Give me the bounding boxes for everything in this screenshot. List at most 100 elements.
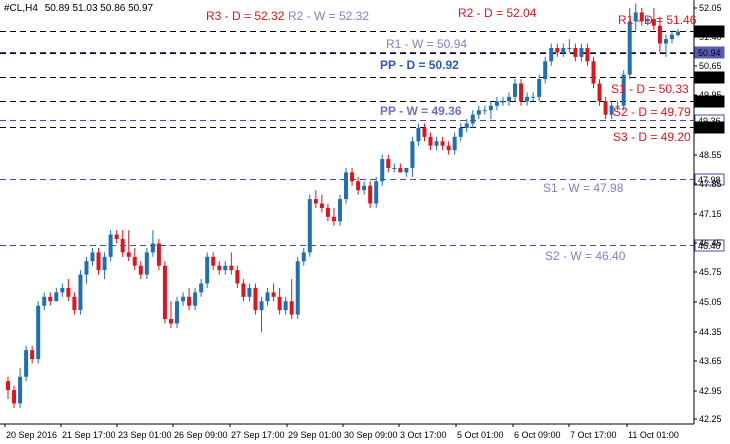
- candle-body: [24, 350, 29, 377]
- candle-body: [543, 61, 548, 80]
- candle-body: [211, 256, 216, 266]
- candle-body: [531, 96, 536, 98]
- candle-body: [591, 61, 596, 84]
- candle-body: [464, 123, 469, 128]
- ohlc-values: 50.89 51.03 50.86 50.97: [45, 3, 154, 14]
- candle-body: [253, 287, 258, 311]
- candle-body: [217, 265, 222, 271]
- candle-body: [199, 283, 204, 293]
- candle-body: [663, 39, 668, 44]
- level-label: S1 - W = 47.98: [543, 181, 624, 195]
- candle-body: [627, 21, 632, 75]
- candle-body: [96, 252, 101, 271]
- level-label: S1 - D = 50.33: [611, 82, 689, 96]
- candle-body: [549, 47, 554, 62]
- candle-body: [193, 292, 198, 306]
- candle-body: [66, 287, 71, 297]
- candle-body: [156, 243, 161, 266]
- candle-body: [585, 47, 590, 62]
- candle-body: [392, 167, 397, 169]
- candle-body: [319, 203, 324, 208]
- candle-body: [404, 167, 409, 173]
- x-tick-label: 7 Oct 17:00: [570, 430, 617, 440]
- candle-body: [325, 207, 330, 217]
- y-tick-label: 50.65: [699, 61, 722, 71]
- candle-body: [482, 110, 487, 112]
- level-label: R2 - D = 52.04: [458, 6, 537, 20]
- candle-body: [6, 381, 10, 391]
- candle-body: [295, 261, 300, 315]
- candle-body: [289, 301, 294, 315]
- candle-body: [187, 296, 192, 306]
- x-tick-label: 5 Oct 01:00: [457, 430, 504, 440]
- candle-body: [265, 292, 270, 302]
- candle-body: [132, 256, 137, 266]
- y-tick-label: 52.05: [699, 3, 722, 13]
- candle-body: [386, 159, 391, 168]
- candle-body: [331, 216, 336, 222]
- price-tag-label: 50.33: [698, 73, 721, 83]
- candle-body: [120, 239, 125, 253]
- candle-body: [144, 252, 149, 275]
- candle-body: [301, 252, 306, 262]
- candle-body: [434, 141, 439, 146]
- candle-body: [229, 265, 234, 271]
- candle-body: [337, 199, 342, 222]
- candle-body: [362, 185, 367, 191]
- candle-body: [458, 127, 463, 137]
- chart-area[interactable]: R3 - D = 52.32 R2 - W = 52.32 R2 - D = 52.…: [0, 0, 730, 444]
- candle-body: [428, 136, 433, 146]
- candle-body: [398, 167, 403, 173]
- candle-body: [476, 110, 481, 115]
- candle-body: [597, 83, 602, 102]
- candle-body: [422, 127, 427, 137]
- symbol-info: #CL,H4 50.89 51.03 50.86 50.97: [4, 3, 154, 14]
- candle-body: [283, 301, 288, 311]
- price-tag: 50.94: [694, 46, 725, 59]
- candle-body: [555, 47, 560, 53]
- candle-body: [241, 283, 246, 297]
- candle-body: [138, 265, 143, 275]
- candle-body: [452, 136, 457, 151]
- candle-body: [175, 301, 180, 324]
- candle-body: [271, 292, 276, 297]
- candle-body: [494, 101, 499, 106]
- candle-body: [162, 265, 167, 320]
- candle-body: [36, 305, 41, 360]
- candle-body: [313, 199, 318, 204]
- candle-body: [567, 47, 572, 49]
- level-label: S3 - D = 49.20: [613, 130, 691, 144]
- level-label: PP - W = 49.36: [380, 104, 462, 118]
- candle-body: [561, 47, 566, 53]
- candle-body: [102, 256, 107, 271]
- candle-body: [114, 234, 119, 240]
- y-tick-label: 51.40: [699, 32, 722, 42]
- candle-body: [18, 376, 23, 404]
- x-tick-label: 11 Oct 01:00: [628, 430, 679, 440]
- candle-body: [12, 390, 17, 404]
- level-label: S2 - W = 46.40: [545, 249, 626, 263]
- x-tick-label: 23 Sep 01:00: [118, 430, 172, 440]
- candle-body: [356, 181, 361, 191]
- candle-body: [676, 31, 680, 36]
- candle-body: [60, 287, 65, 293]
- price-tag: 50.33: [694, 71, 725, 84]
- candle-body: [380, 159, 385, 182]
- candle-body: [537, 79, 542, 97]
- candle-body: [259, 301, 264, 311]
- candle-body: [78, 274, 83, 311]
- candle-body: [603, 101, 608, 115]
- candle-body: [205, 256, 210, 284]
- x-tick-label: 29 Sep 01:00: [288, 430, 342, 440]
- price-chart: R3 - D = 52.32 R2 - W = 52.32 R2 - D = 52.…: [0, 0, 725, 440]
- candle-body: [446, 145, 451, 151]
- y-tick-label: 47.15: [699, 209, 722, 219]
- candle-body: [168, 319, 173, 324]
- candle-body: [513, 83, 518, 97]
- candle-body: [108, 234, 113, 257]
- candle-body: [573, 47, 578, 57]
- y-tick-label: 49.25: [699, 120, 722, 130]
- candle-body: [223, 265, 228, 271]
- candle-body: [344, 172, 349, 200]
- candle-body: [181, 296, 186, 302]
